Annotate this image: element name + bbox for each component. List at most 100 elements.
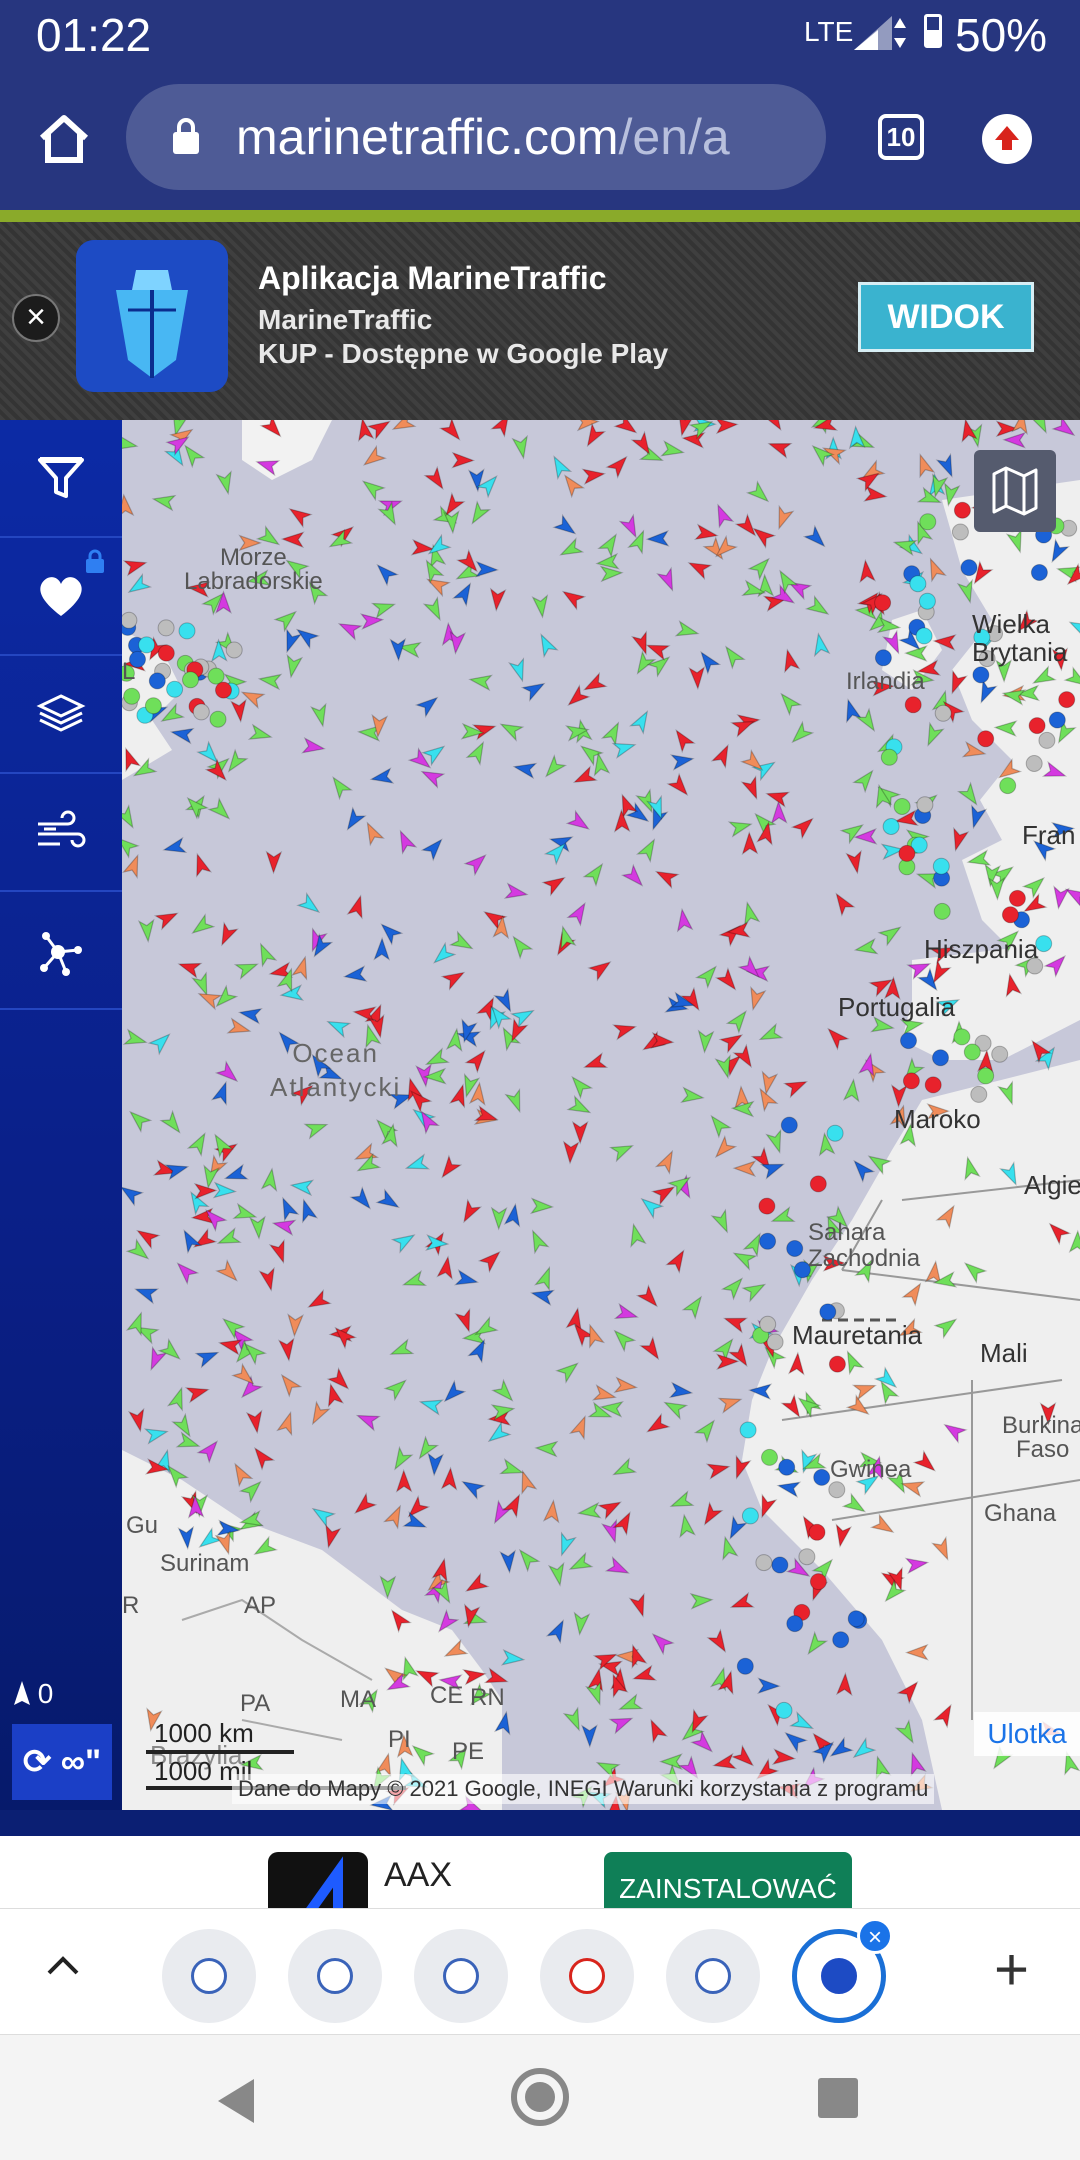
vessel-marker[interactable] (666, 772, 692, 800)
vessel-marker[interactable] (254, 941, 278, 968)
anchored-vessel-marker[interactable] (758, 1197, 776, 1215)
vessel-marker[interactable] (717, 1392, 743, 1414)
anchored-vessel-marker[interactable] (766, 1333, 784, 1351)
vessel-marker[interactable] (720, 643, 746, 670)
vessel-marker[interactable] (645, 1717, 669, 1744)
vessel-marker[interactable] (933, 1314, 960, 1340)
vessel-marker[interactable] (765, 1128, 787, 1155)
vessel-marker[interactable] (442, 1638, 469, 1663)
vessel-marker[interactable] (931, 1535, 954, 1562)
vessel-marker[interactable] (668, 1381, 694, 1400)
vessel-marker[interactable] (659, 1753, 683, 1770)
sidebar-weather-button[interactable] (0, 774, 122, 892)
vessel-marker[interactable] (922, 721, 945, 748)
vessel-marker[interactable] (324, 1382, 345, 1408)
vessel-marker[interactable] (440, 1379, 467, 1407)
vessel-marker[interactable] (216, 921, 239, 948)
anchored-vessel-marker[interactable] (904, 696, 922, 714)
vessel-marker[interactable] (949, 826, 970, 852)
vessel-marker[interactable] (771, 1748, 797, 1766)
vessel-marker[interactable] (529, 1197, 555, 1215)
tab-marinetraffic[interactable]: × (792, 1918, 893, 2023)
vessel-marker[interactable] (255, 455, 281, 477)
vessel-marker[interactable] (178, 1227, 203, 1254)
vessel-marker[interactable] (402, 1510, 428, 1534)
vessel-marker[interactable] (257, 672, 283, 691)
vessel-marker[interactable] (706, 1628, 731, 1655)
vessel-marker[interactable] (427, 1452, 445, 1477)
anchored-vessel-marker[interactable] (739, 1421, 757, 1439)
vessel-marker[interactable] (258, 1266, 278, 1292)
url-bar[interactable]: marinetraffic.com/en/a (126, 84, 826, 190)
vessel-marker[interactable] (383, 1375, 410, 1402)
vessel-marker[interactable] (249, 1444, 276, 1471)
home-icon[interactable] (36, 110, 92, 166)
vessel-marker[interactable] (724, 1515, 748, 1542)
vessel-marker[interactable] (310, 702, 330, 728)
vessel-marker[interactable] (260, 1167, 279, 1192)
vessel-marker[interactable] (289, 1178, 315, 1197)
banner-close-button[interactable]: × (12, 294, 60, 342)
anchored-vessel-marker[interactable] (902, 1072, 920, 1090)
vessel-marker[interactable] (571, 765, 598, 789)
browser-update-icon[interactable] (982, 114, 1032, 164)
anchored-vessel-marker[interactable] (932, 1049, 949, 1067)
anchored-vessel-marker[interactable] (1030, 564, 1048, 581)
anchored-vessel-marker[interactable] (972, 666, 990, 684)
anchored-vessel-marker[interactable] (828, 1355, 846, 1373)
vessel-marker[interactable] (656, 566, 679, 592)
vessel-marker[interactable] (575, 420, 600, 432)
vessel-marker[interactable] (749, 523, 777, 549)
vessel-marker[interactable] (359, 476, 386, 502)
vessel-marker[interactable] (122, 493, 135, 518)
vessel-marker[interactable] (935, 1202, 960, 1230)
vessel-marker[interactable] (490, 420, 515, 438)
vessel-marker[interactable] (437, 1154, 463, 1181)
vessel-marker[interactable] (499, 1458, 525, 1480)
anchored-vessel-marker[interactable] (148, 672, 166, 690)
vessel-marker[interactable] (776, 689, 803, 717)
vessel-marker[interactable] (216, 1227, 242, 1250)
vessel-marker[interactable] (1021, 873, 1049, 900)
vessel-marker[interactable] (552, 513, 579, 540)
anchored-vessel-marker[interactable] (138, 636, 156, 654)
anchored-vessel-marker[interactable] (209, 710, 227, 728)
vessel-marker[interactable] (573, 1611, 591, 1636)
vessel-marker[interactable] (535, 632, 559, 659)
vessel-marker[interactable] (1030, 665, 1057, 689)
vessel-marker[interactable] (122, 1028, 148, 1049)
vessel-marker[interactable] (423, 465, 448, 493)
vessel-marker[interactable] (286, 503, 313, 529)
vessel-marker[interactable] (765, 787, 791, 808)
vessel-marker[interactable] (853, 937, 879, 957)
vessel-marker[interactable] (835, 1672, 853, 1697)
anchored-vessel-marker[interactable] (780, 1116, 798, 1134)
vessel-marker[interactable] (373, 560, 400, 587)
back-icon[interactable] (218, 2079, 254, 2123)
anchored-vessel-marker[interactable] (207, 667, 225, 685)
anchored-vessel-marker[interactable] (932, 857, 950, 875)
vessel-marker[interactable] (635, 1284, 662, 1311)
vessel-marker[interactable] (280, 628, 303, 654)
vessel-marker[interactable] (193, 1182, 218, 1200)
vessel-marker[interactable] (997, 1080, 1019, 1106)
tab-switcher-button[interactable]: 10 (878, 114, 924, 160)
vessel-marker[interactable] (173, 1258, 200, 1285)
vessel-marker[interactable] (1041, 760, 1068, 782)
vessel-marker[interactable] (548, 453, 573, 481)
vessel-marker[interactable] (566, 900, 591, 927)
vessel-marker[interactable] (373, 936, 391, 961)
anchored-vessel-marker[interactable] (880, 748, 898, 766)
anchored-vessel-marker[interactable] (786, 1615, 804, 1633)
vessel-marker[interactable] (1051, 420, 1078, 441)
vessel-marker[interactable] (126, 1107, 153, 1133)
vessel-marker[interactable] (547, 1561, 567, 1587)
refresh-rate-button[interactable]: ⟳ ∞" (12, 1724, 112, 1800)
vessel-marker[interactable] (706, 1112, 732, 1139)
vessel-marker[interactable] (491, 1378, 517, 1406)
vessel-marker[interactable] (370, 598, 397, 619)
vessel-marker[interactable] (233, 958, 260, 980)
vessel-marker[interactable] (498, 718, 525, 742)
anchored-vessel-marker[interactable] (775, 1701, 793, 1719)
close-tab-icon[interactable]: × (857, 1918, 893, 1954)
